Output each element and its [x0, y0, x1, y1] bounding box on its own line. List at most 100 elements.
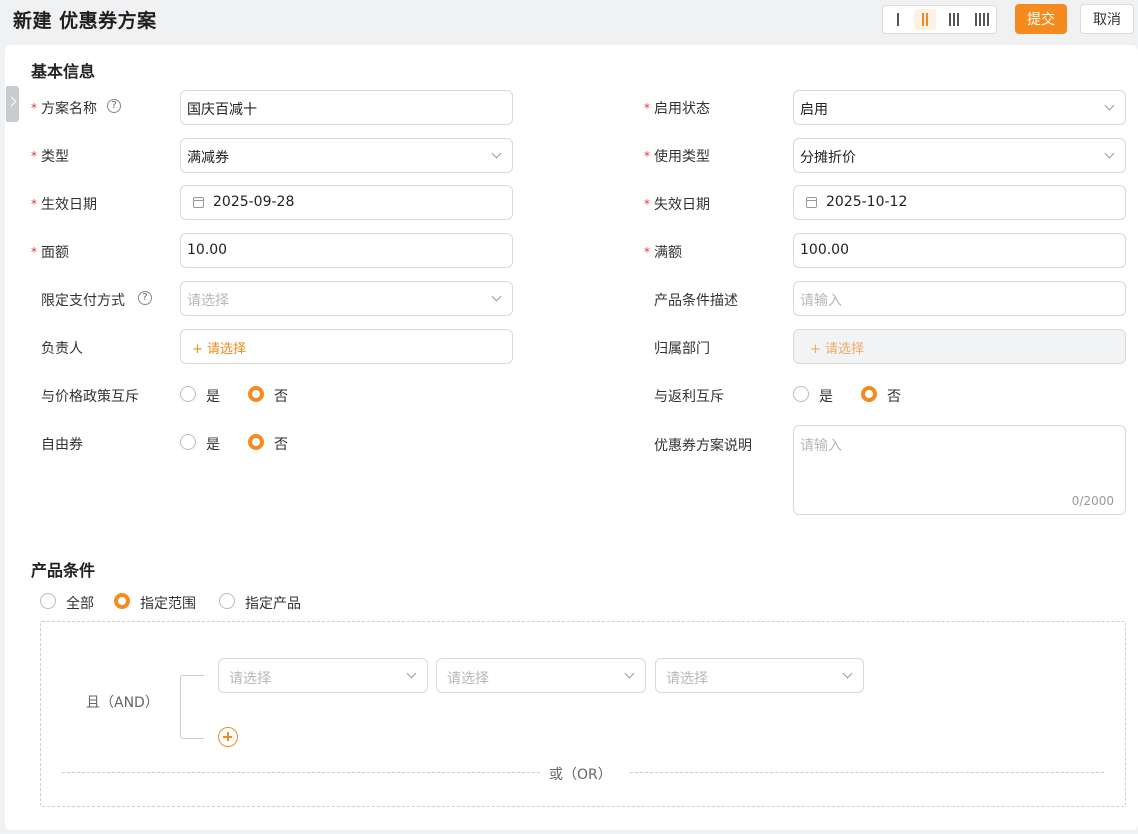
description-textarea[interactable]: 请输入 0/2000 [793, 425, 1126, 515]
department-picker: + 请选择 [793, 329, 1126, 364]
radio-label-no: 否 [887, 389, 901, 405]
radio-label-yes: 是 [819, 389, 833, 405]
product-condition-desc-placeholder: 请输入 [800, 293, 842, 309]
enable-status-label: 启用状态 [654, 101, 710, 117]
condition-value-select[interactable]: 请选择 [655, 658, 864, 693]
required-mark: * [644, 245, 650, 259]
face-value-label: 面额 [41, 245, 69, 261]
start-date-value: 2025-09-28 [213, 194, 295, 210]
owner-label: 负责人 [41, 341, 83, 357]
start-date-picker[interactable]: 2025-09-28 [180, 185, 513, 220]
calendar-icon [806, 197, 817, 208]
product-scope-all-label: 全部 [66, 596, 94, 612]
page-title: 新建 优惠券方案 [13, 10, 157, 32]
scheme-name-label: 方案名称 [41, 101, 97, 117]
two-column-icon [922, 13, 924, 26]
required-mark: * [644, 149, 650, 163]
cancel-button[interactable]: 取消 [1080, 4, 1134, 34]
and-bracket [180, 675, 204, 739]
chevron-down-icon [842, 668, 853, 679]
help-icon[interactable]: ? [138, 291, 152, 305]
and-label: 且（AND） [86, 695, 159, 711]
one-column-button[interactable] [887, 9, 909, 30]
condition-field-placeholder: 请选择 [229, 671, 271, 687]
description-placeholder: 请输入 [800, 438, 842, 454]
payment-method-select[interactable]: 请选择 [180, 281, 513, 316]
three-column-button[interactable] [943, 9, 965, 30]
product-scope-product-label: 指定产品 [245, 596, 301, 612]
radio-label-yes: 是 [206, 437, 220, 453]
top-bar: 新建 优惠券方案 提交 取消 [0, 0, 1138, 44]
enable-status-value: 启用 [800, 102, 828, 118]
chevron-down-icon [491, 148, 502, 159]
price-policy-exclusive-no-radio[interactable] [248, 386, 264, 402]
character-counter: 0/2000 [1071, 494, 1114, 508]
required-mark: * [644, 101, 650, 115]
four-column-button[interactable] [971, 9, 993, 30]
product-condition-desc-input[interactable]: 请输入 [793, 281, 1126, 316]
price-policy-exclusive-yes-radio[interactable] [180, 386, 196, 402]
type-value: 满减券 [187, 150, 229, 166]
or-divider-right [630, 772, 1104, 773]
face-value-value: 10.00 [187, 242, 228, 258]
face-value-input[interactable]: 10.00 [180, 233, 513, 268]
three-column-icon [949, 13, 951, 26]
scheme-name-input[interactable]: 国庆百减十 [180, 90, 513, 125]
rebate-exclusive-yes-radio[interactable] [793, 386, 809, 402]
add-condition-plus-icon[interactable] [218, 727, 238, 747]
chevron-down-icon [1104, 100, 1115, 111]
department-add-link: + 请选择 [810, 342, 865, 357]
condition-value-placeholder: 请选择 [666, 671, 708, 687]
chevron-down-icon [491, 291, 502, 302]
condition-operator-select[interactable]: 请选择 [436, 658, 646, 693]
product-scope-all-radio[interactable] [40, 593, 56, 609]
full-amount-label: 满额 [654, 245, 682, 261]
end-date-label: 失效日期 [654, 197, 710, 213]
product-condition-desc-label: 产品条件描述 [654, 293, 738, 309]
rebate-exclusive-no-radio[interactable] [861, 386, 877, 402]
payment-method-label: 限定支付方式 [41, 293, 125, 309]
four-column-icon [975, 13, 977, 26]
free-coupon-no-radio[interactable] [248, 434, 264, 450]
usage-type-value: 分摊折价 [800, 150, 856, 166]
free-coupon-label: 自由券 [41, 437, 83, 453]
calendar-icon [193, 197, 204, 208]
sidebar-expand-toggle[interactable] [6, 86, 19, 122]
owner-add-link[interactable]: + 请选择 [192, 338, 246, 357]
description-label: 优惠券方案说明 [654, 438, 752, 454]
two-column-button[interactable] [914, 9, 936, 30]
required-mark: * [644, 197, 650, 211]
submit-button[interactable]: 提交 [1015, 4, 1067, 34]
help-icon[interactable]: ? [107, 99, 121, 113]
condition-field-select[interactable]: 请选择 [218, 658, 428, 693]
end-date-picker[interactable]: 2025-10-12 [793, 185, 1126, 220]
section-title-basic-info: 基本信息 [31, 62, 96, 81]
required-mark: * [31, 101, 37, 115]
required-mark: * [31, 197, 37, 211]
section-title-product-condition: 产品条件 [31, 561, 96, 580]
rebate-exclusive-label: 与返利互斥 [654, 389, 724, 405]
free-coupon-yes-radio[interactable] [180, 434, 196, 450]
scheme-name-value: 国庆百减十 [187, 102, 257, 118]
required-mark: * [31, 149, 37, 163]
radio-label-no: 否 [274, 389, 288, 405]
type-select[interactable]: 满减券 [180, 138, 513, 173]
one-column-icon [897, 13, 899, 26]
chevron-down-icon [1104, 148, 1115, 159]
chevron-down-icon [624, 668, 635, 679]
condition-operator-placeholder: 请选择 [447, 671, 489, 687]
product-scope-range-radio[interactable] [114, 593, 130, 609]
column-layout-switch [882, 5, 997, 34]
product-scope-product-radio[interactable] [219, 593, 235, 609]
usage-type-label: 使用类型 [654, 149, 710, 165]
enable-status-select[interactable]: 启用 [793, 90, 1126, 125]
department-label: 归属部门 [654, 341, 710, 357]
full-amount-input[interactable]: 100.00 [793, 233, 1126, 268]
usage-type-select[interactable]: 分摊折价 [793, 138, 1126, 173]
or-divider-left [62, 772, 540, 773]
price-policy-exclusive-label: 与价格政策互斥 [41, 389, 139, 405]
type-label: 类型 [41, 149, 69, 165]
owner-picker[interactable]: + 请选择 [180, 329, 513, 364]
end-date-value: 2025-10-12 [826, 194, 908, 210]
radio-label-yes: 是 [206, 389, 220, 405]
